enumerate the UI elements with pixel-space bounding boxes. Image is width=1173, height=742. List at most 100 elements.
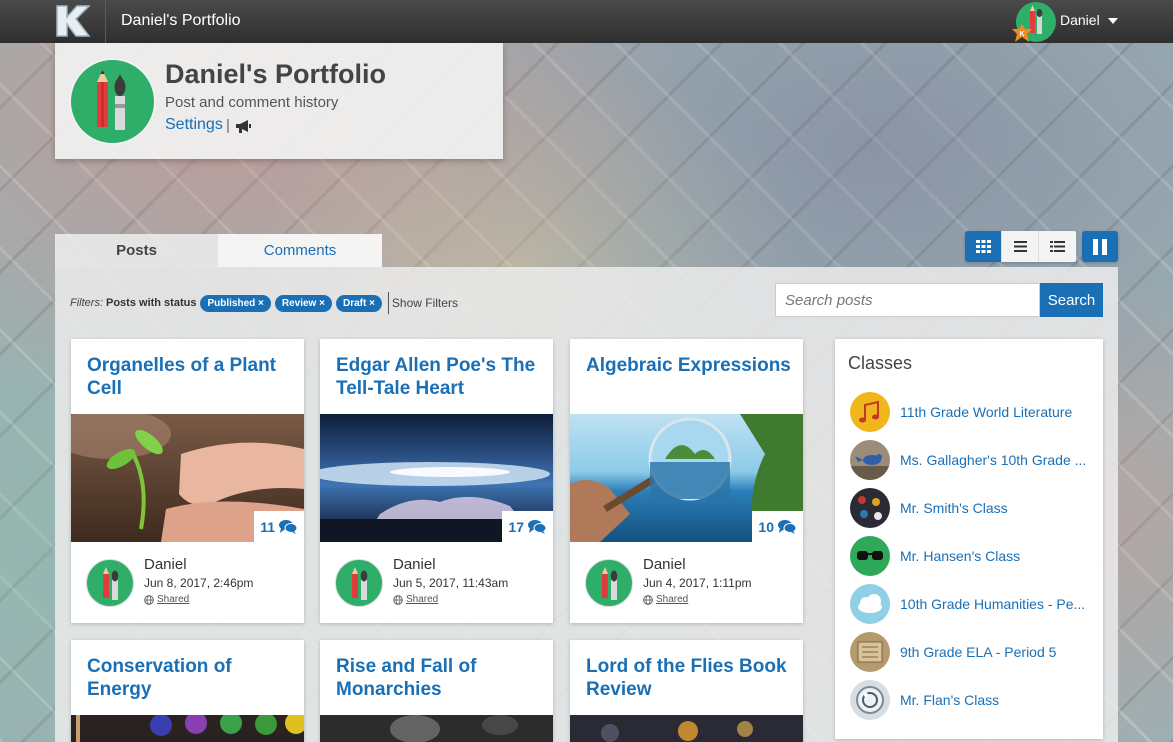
visibility-label[interactable]: Shared: [656, 594, 688, 605]
comment-count[interactable]: 11: [254, 511, 304, 542]
post-date: Jun 8, 2017, 2:46pm: [144, 576, 254, 590]
tab-comments[interactable]: Comments: [218, 234, 382, 267]
comments-icon: [528, 520, 546, 534]
class-name: Mr. Hansen's Class: [900, 548, 1021, 564]
filter-pill-draft[interactable]: Draft ×: [335, 294, 382, 312]
author-avatar: [86, 559, 134, 607]
glass-sphere-icon: [850, 680, 890, 720]
filters-label: Filters:: [70, 297, 103, 309]
class-item[interactable]: Mr. Flan's Class: [850, 680, 1095, 720]
post-card[interactable]: Conservation of Energy: [71, 640, 304, 742]
top-navigation-bar: Daniel's Portfolio K Daniel: [0, 0, 1173, 43]
logo-divider: [105, 0, 106, 43]
settings-link[interactable]: Settings: [165, 116, 223, 134]
post-card[interactable]: Rise and Fall of Monarchies: [320, 640, 553, 742]
kidblog-logo[interactable]: [53, 4, 91, 38]
music-note-icon: [850, 392, 890, 432]
class-item[interactable]: 9th Grade ELA - Period 5: [850, 632, 1095, 672]
post-title[interactable]: Edgar Allen Poe's The Tell-Tale Heart: [336, 354, 541, 400]
notification-badge-icon: K: [1012, 24, 1032, 42]
abacus-icon: [850, 488, 890, 528]
grid-icon: [975, 240, 991, 253]
svg-text:K: K: [1019, 31, 1024, 38]
comments-icon: [279, 520, 297, 534]
filter-pill-published[interactable]: Published ×: [200, 294, 271, 312]
class-item[interactable]: 11th Grade World Literature: [850, 392, 1095, 432]
post-date: Jun 5, 2017, 11:43am: [393, 576, 509, 590]
page-subtitle: Post and comment history: [165, 94, 339, 111]
books-icon: [850, 632, 890, 672]
show-filters-link[interactable]: Show Filters: [392, 296, 458, 310]
grid-view-button[interactable]: [965, 231, 1002, 262]
globe-icon: [643, 594, 653, 605]
tab-posts[interactable]: Posts: [55, 234, 218, 267]
filter-pill-review[interactable]: Review ×: [274, 294, 332, 312]
post-title[interactable]: Organelles of a Plant Cell: [87, 354, 292, 400]
author-name: Daniel: [643, 556, 686, 573]
glasses-icon: [850, 536, 890, 576]
post-title[interactable]: Lord of the Flies Book Review: [586, 655, 791, 701]
class-name: Ms. Gallagher's 10th Grade ...: [900, 452, 1087, 468]
post-title[interactable]: Conservation of Energy: [87, 655, 292, 701]
post-image-chess: [320, 715, 553, 742]
globe-icon: [393, 594, 403, 605]
author-name: Daniel: [393, 556, 436, 573]
visibility-status: Shared: [144, 594, 189, 605]
sidebar-toggle-button[interactable]: [1082, 231, 1118, 262]
visibility-status: Shared: [643, 594, 688, 605]
detail-list-view-button[interactable]: [1039, 231, 1076, 262]
comment-count[interactable]: 17: [502, 511, 553, 542]
brand-title[interactable]: Daniel's Portfolio: [121, 12, 241, 30]
portfolio-avatar: [69, 58, 156, 145]
separator: |: [226, 117, 230, 134]
class-item[interactable]: Ms. Gallagher's 10th Grade ...: [850, 440, 1095, 480]
post-card[interactable]: Algebraic Expressions 10 Daniel Jun 4, 2…: [570, 339, 803, 623]
post-card[interactable]: Organelles of a Plant Cell 11 Daniel Jun…: [71, 339, 304, 623]
visibility-label[interactable]: Shared: [406, 594, 438, 605]
post-image-pendulum: [71, 715, 304, 742]
class-name: Mr. Smith's Class: [900, 500, 1008, 516]
view-mode-toggle: [965, 231, 1077, 262]
user-menu[interactable]: K Daniel: [1012, 2, 1124, 42]
detail-list-icon: [1050, 241, 1065, 252]
list-icon: [1013, 241, 1027, 252]
post-title[interactable]: Rise and Fall of Monarchies: [336, 655, 541, 701]
portfolio-header: Daniel's Portfolio Post and comment hist…: [55, 43, 503, 159]
comments-icon: [778, 520, 796, 534]
author-avatar: [335, 559, 383, 607]
comment-count-value: 10: [758, 518, 774, 535]
classes-title: Classes: [848, 353, 913, 373]
chevron-down-icon: [1108, 18, 1118, 24]
post-title[interactable]: Algebraic Expressions: [586, 354, 791, 377]
class-item[interactable]: Mr. Hansen's Class: [850, 536, 1095, 576]
columns-icon: [1093, 238, 1107, 255]
post-date: Jun 4, 2017, 1:11pm: [643, 576, 752, 590]
post-image-bokeh: [570, 715, 803, 742]
visibility-status: Shared: [393, 594, 438, 605]
search-button[interactable]: Search: [1040, 283, 1103, 317]
page-title: Daniel's Portfolio: [165, 59, 386, 89]
search-input[interactable]: [775, 283, 1040, 317]
class-item[interactable]: 10th Grade Humanities - Pe...: [850, 584, 1095, 624]
visibility-label[interactable]: Shared: [157, 594, 189, 605]
class-name: 11th Grade World Literature: [900, 404, 1073, 420]
filters-status-label: Posts with status: [106, 297, 197, 309]
classes-panel: Classes 11th Grade World Literature Ms. …: [835, 339, 1103, 739]
list-view-button[interactable]: [1002, 231, 1039, 262]
comment-count[interactable]: 10: [752, 511, 803, 542]
comment-count-value: 11: [260, 518, 275, 535]
class-name: 10th Grade Humanities - Pe...: [900, 596, 1086, 612]
post-card[interactable]: Edgar Allen Poe's The Tell-Tale Heart 17…: [320, 339, 553, 623]
user-name: Daniel: [1060, 12, 1100, 28]
author-avatar: [585, 559, 633, 607]
divider: [387, 292, 389, 314]
filters-bar: Filters: Posts with status Published × R…: [70, 292, 458, 314]
post-card[interactable]: Lord of the Flies Book Review: [570, 640, 803, 742]
bird-icon: [850, 440, 890, 480]
cloud-icon: [850, 584, 890, 624]
megaphone-icon[interactable]: [235, 119, 252, 134]
globe-icon: [144, 594, 154, 605]
class-name: 9th Grade ELA - Period 5: [900, 644, 1057, 660]
class-item[interactable]: Mr. Smith's Class: [850, 488, 1095, 528]
author-name: Daniel: [144, 556, 187, 573]
